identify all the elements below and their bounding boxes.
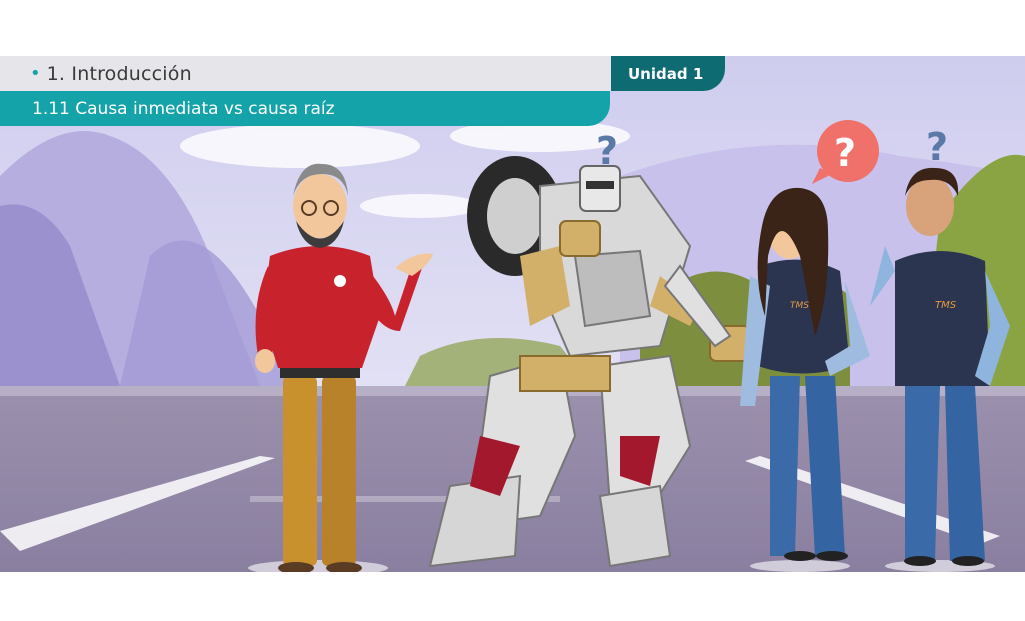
unit-tab[interactable]: Unidad 1 bbox=[611, 56, 725, 91]
section-title: 1. Introducción bbox=[46, 62, 192, 85]
lesson-subtitle: 1.11 Causa inmediata vs causa raíz bbox=[0, 91, 610, 126]
bullet-icon: • bbox=[30, 63, 41, 84]
svg-text:?: ? bbox=[926, 125, 948, 169]
svg-text:?: ? bbox=[834, 131, 856, 175]
vest-badge-woman: TMS bbox=[790, 301, 809, 311]
question-mark-robot: ? bbox=[596, 129, 618, 173]
question-mark-man: ? bbox=[926, 125, 948, 169]
section-header: • 1. Introducción bbox=[0, 56, 611, 91]
illustration-scene: ? ? ? TMS TMS bbox=[0, 56, 1025, 572]
scene-artwork: ? ? ? TMS TMS bbox=[0, 56, 1025, 572]
svg-text:?: ? bbox=[596, 129, 618, 173]
vest-badge-man: TMS bbox=[935, 300, 957, 311]
